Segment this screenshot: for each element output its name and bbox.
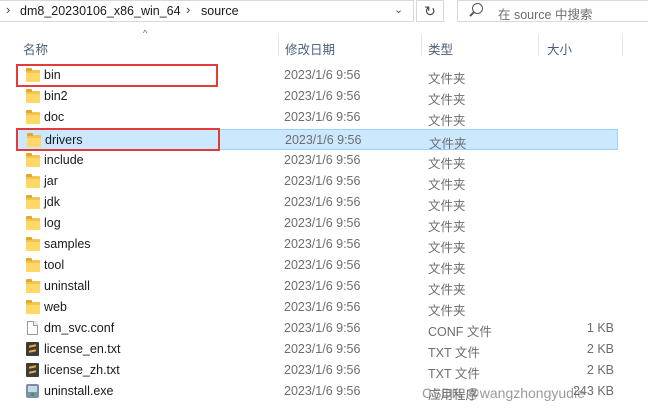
file-icon	[26, 321, 40, 335]
file-date: 2023/1/6 9:56	[284, 110, 361, 124]
file-type: 文件夹	[428, 262, 466, 276]
file-name: uninstall	[44, 279, 90, 293]
file-row[interactable]: doc 2023/1/6 9:56 文件夹	[16, 107, 618, 128]
file-type: TXT 文件	[428, 367, 480, 381]
refresh-icon: ↻	[424, 3, 436, 19]
file-date: 2023/1/6 9:56	[284, 300, 361, 314]
file-name: bin2	[44, 89, 68, 103]
folder-icon	[26, 216, 40, 230]
file-type: 文件夹	[428, 93, 466, 107]
watermark: CSDN @wangzhongyudie	[422, 385, 585, 401]
file-row[interactable]: log 2023/1/6 9:56 文件夹	[16, 213, 618, 234]
file-size: 2 KB	[586, 363, 614, 377]
column-size[interactable]: 大小	[547, 39, 572, 58]
file-row[interactable]: tool 2023/1/6 9:56 文件夹	[16, 255, 618, 276]
folder-icon	[26, 258, 40, 272]
column-divider[interactable]	[538, 34, 539, 56]
address-bar: › dm8_20230106_x86_win_64 › source ⌄ ↻ 在…	[0, 0, 648, 24]
file-type: 文件夹	[428, 304, 466, 318]
file-type: 文件夹	[428, 241, 466, 255]
folder-icon	[26, 237, 40, 251]
file-type: CONF 文件	[428, 325, 492, 339]
column-date[interactable]: 修改日期	[285, 39, 335, 58]
file-date: 2023/1/6 9:56	[284, 363, 361, 377]
file-type: 文件夹	[428, 157, 466, 171]
file-name: tool	[44, 258, 65, 272]
file-row[interactable]: uninstall 2023/1/6 9:56 文件夹	[16, 276, 618, 297]
file-type: 文件夹	[428, 283, 466, 297]
column-divider[interactable]	[278, 34, 279, 56]
folder-icon	[26, 89, 40, 103]
folder-icon	[26, 300, 40, 314]
file-row[interactable]: jar 2023/1/6 9:56 文件夹	[16, 171, 618, 192]
column-divider[interactable]	[622, 34, 623, 56]
file-row[interactable]: jdk 2023/1/6 9:56 文件夹	[16, 192, 618, 213]
file-date: 2023/1/6 9:56	[284, 153, 361, 167]
file-date: 2023/1/6 9:56	[284, 342, 361, 356]
file-name: jar	[44, 174, 58, 188]
file-name: include	[44, 153, 84, 167]
folder-icon	[26, 174, 40, 188]
file-row[interactable]: license_en.txt 2023/1/6 9:56 TXT 文件 2 KB	[16, 339, 618, 360]
column-header: 名称 修改日期 类型 大小	[0, 30, 648, 58]
file-row[interactable]: dm_svc.conf 2023/1/6 9:56 CONF 文件 1 KB	[16, 318, 618, 339]
chevron-right-icon[interactable]: ›	[6, 2, 10, 17]
file-type: 文件夹	[428, 72, 466, 86]
file-date: 2023/1/6 9:56	[285, 133, 362, 147]
file-date: 2023/1/6 9:56	[284, 384, 361, 398]
column-name[interactable]: 名称	[23, 39, 48, 58]
file-type: 文件夹	[428, 199, 466, 213]
file-size: 1 KB	[586, 321, 614, 335]
file-name: dm_svc.conf	[44, 321, 115, 335]
file-row[interactable]: bin2 2023/1/6 9:56 文件夹	[16, 86, 618, 107]
file-name: license_en.txt	[44, 342, 121, 356]
file-date: 2023/1/6 9:56	[284, 68, 361, 82]
file-name: log	[44, 216, 61, 230]
file-name: license_zh.txt	[44, 363, 120, 377]
file-row[interactable]: license_zh.txt 2023/1/6 9:56 TXT 文件 2 KB	[16, 360, 618, 381]
file-type: 文件夹	[428, 220, 466, 234]
highlight-box-bin	[16, 64, 218, 87]
file-name: uninstall.exe	[44, 384, 114, 398]
file-type: 文件夹	[428, 114, 466, 128]
breadcrumb-item-dm8[interactable]: dm8_20230106_x86_win_64	[20, 4, 181, 18]
file-name: jdk	[44, 195, 60, 209]
file-row[interactable]: samples 2023/1/6 9:56 文件夹	[16, 234, 618, 255]
chevron-right-icon[interactable]: ›	[186, 2, 190, 17]
folder-icon	[26, 110, 40, 124]
file-row[interactable]: include 2023/1/6 9:56 文件夹	[16, 150, 618, 171]
folder-icon	[26, 279, 40, 293]
search-box[interactable]: 在 source 中搜索	[457, 0, 648, 22]
file-size: 2 KB	[586, 342, 614, 356]
file-row[interactable]: web 2023/1/6 9:56 文件夹	[16, 297, 618, 318]
file-date: 2023/1/6 9:56	[284, 279, 361, 293]
folder-icon	[26, 153, 40, 167]
chevron-down-icon[interactable]: ⌄	[394, 3, 403, 16]
exe-icon	[26, 384, 40, 398]
breadcrumb-item-source[interactable]: source	[201, 4, 239, 18]
file-date: 2023/1/6 9:56	[284, 321, 361, 335]
file-date: 2023/1/6 9:56	[284, 195, 361, 209]
file-date: 2023/1/6 9:56	[284, 216, 361, 230]
file-name: doc	[44, 110, 65, 124]
folder-icon	[26, 195, 40, 209]
file-date: 2023/1/6 9:56	[284, 258, 361, 272]
sublime-text-icon	[26, 363, 40, 377]
column-divider[interactable]	[421, 34, 422, 56]
file-date: 2023/1/6 9:56	[284, 237, 361, 251]
file-name: samples	[44, 237, 91, 251]
file-name: web	[44, 300, 67, 314]
file-date: 2023/1/6 9:56	[284, 174, 361, 188]
sublime-text-icon	[26, 342, 40, 356]
highlight-box-drivers	[16, 128, 220, 151]
refresh-button[interactable]: ↻	[416, 0, 444, 22]
file-type: TXT 文件	[428, 346, 480, 360]
file-date: 2023/1/6 9:56	[284, 89, 361, 103]
search-icon	[472, 3, 483, 14]
search-placeholder: 在 source 中搜索	[498, 8, 593, 22]
file-type: 文件夹	[428, 178, 466, 192]
breadcrumb[interactable]: › dm8_20230106_x86_win_64 › source ⌄	[0, 0, 414, 22]
column-type[interactable]: 类型	[428, 39, 453, 58]
